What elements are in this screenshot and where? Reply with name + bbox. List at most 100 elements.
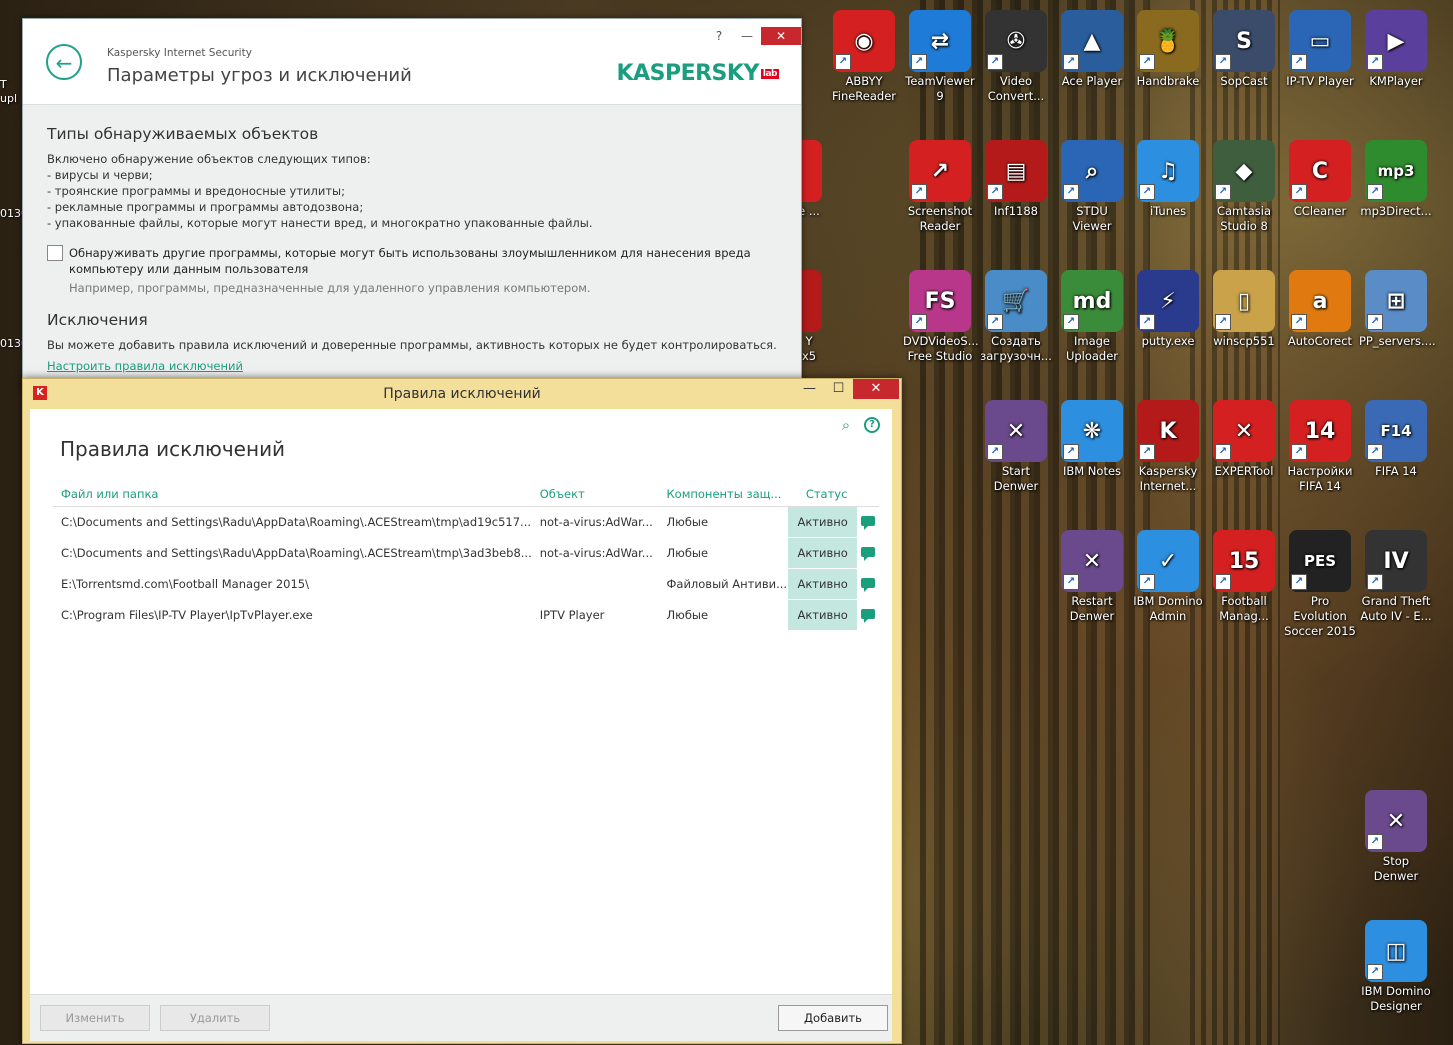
- shortcut-arrow-icon: ↗: [1063, 574, 1079, 590]
- table-row[interactable]: C:\Documents and Settings\Radu\AppData\R…: [53, 506, 879, 538]
- desktop-icon[interactable]: ✇ ↗ Video Convert...: [979, 10, 1053, 104]
- app-icon: 14 ↗: [1289, 400, 1351, 462]
- help-icon[interactable]: ?: [864, 417, 880, 433]
- help-button[interactable]: ?: [705, 27, 733, 45]
- desktop-icon[interactable]: ◆ ↗ Camtasia Studio 8: [1207, 140, 1281, 234]
- cell-comment[interactable]: [857, 507, 879, 538]
- desktop-icon-label-partial[interactable]: 0130: [0, 207, 28, 220]
- desktop-icon[interactable]: PES ↗ Pro Evolution Soccer 2015: [1283, 530, 1357, 639]
- cell-comment[interactable]: [857, 569, 879, 600]
- desktop-icon[interactable]: ✕ ↗ Start Denwer: [979, 400, 1053, 494]
- maximize-button[interactable]: ☐: [824, 379, 853, 399]
- checkbox-label[interactable]: Обнаруживать другие программы, которые м…: [69, 245, 777, 277]
- table-row[interactable]: C:\Documents and Settings\Radu\AppData\R…: [53, 537, 879, 569]
- column-header-object[interactable]: Объект: [531, 482, 659, 507]
- desktop-icon[interactable]: ⌕ ↗ STDU Viewer: [1055, 140, 1129, 234]
- desktop-icon[interactable]: ♫ ↗ iTunes: [1131, 140, 1205, 219]
- desktop-icon-label: Football Manag...: [1219, 594, 1269, 623]
- cell-status[interactable]: Активно: [787, 506, 858, 538]
- desktop-icon-label: Stop Denwer: [1373, 854, 1419, 883]
- logo-text: KASPERSKY: [616, 61, 760, 86]
- desktop-icon[interactable]: 15 ↗ Football Manag...: [1207, 530, 1281, 624]
- comment-icon[interactable]: [861, 578, 876, 592]
- close-button[interactable]: ✕: [761, 27, 801, 45]
- app-icon: ▭ ↗: [1289, 10, 1351, 72]
- minimize-button[interactable]: —: [795, 379, 824, 399]
- desktop-icon[interactable]: ↗ ↗ Screenshot Reader: [903, 140, 977, 234]
- window-titlebar[interactable]: K Правила исключений — ☐ ✕: [23, 379, 901, 409]
- comment-icon[interactable]: [861, 547, 876, 561]
- add-button[interactable]: Добавить: [778, 1005, 888, 1031]
- shortcut-arrow-icon: ↗: [1063, 184, 1079, 200]
- shortcut-arrow-icon: ↗: [1063, 54, 1079, 70]
- desktop-icon[interactable]: ▯ ↗ winscp551: [1207, 270, 1281, 349]
- desktop-icon[interactable]: ⊞ ↗ PP_servers....: [1359, 270, 1436, 349]
- desktop-icon[interactable]: IV ↗ Grand Theft Auto IV - E...: [1359, 530, 1433, 624]
- desktop-icon[interactable]: ▲ ↗ Ace Player: [1055, 10, 1129, 89]
- desktop-icon[interactable]: ◫ ↗ IBM Domino Designer: [1359, 920, 1433, 1014]
- desktop-icon[interactable]: mp3 ↗ mp3Direct...: [1359, 140, 1433, 219]
- app-icon: 🍍 ↗: [1137, 10, 1199, 72]
- configure-exclusions-link[interactable]: Настроить правила исключений: [47, 359, 243, 373]
- shortcut-arrow-icon: ↗: [1367, 574, 1383, 590]
- cell-object: [532, 569, 659, 600]
- desktop-icon[interactable]: S ↗ SopCast: [1207, 10, 1281, 89]
- search-icon[interactable]: ⌕: [838, 417, 854, 433]
- desktop-icon-label-partial[interactable]: upl: [0, 92, 22, 105]
- desktop-icon[interactable]: ✕ ↗ EXPERTool: [1207, 400, 1281, 479]
- desktop-icon[interactable]: ✕ ↗ Restart Denwer: [1055, 530, 1129, 624]
- cell-status[interactable]: Активно: [787, 599, 858, 631]
- cell-status[interactable]: Активно: [787, 537, 858, 569]
- desktop-icon[interactable]: ✓ ↗ IBM Domino Admin: [1131, 530, 1205, 624]
- desktop-icon[interactable]: ✕ ↗ Stop Denwer: [1359, 790, 1433, 884]
- desktop-icon[interactable]: ⇄ ↗ TeamViewer 9: [903, 10, 977, 104]
- desktop-icon-label-partial[interactable]: 0130: [0, 337, 28, 350]
- app-icon: ⊞ ↗: [1365, 270, 1427, 332]
- detect-other-programs-checkbox[interactable]: [47, 245, 63, 261]
- app-icon: PES ↗: [1289, 530, 1351, 592]
- desktop-icon[interactable]: C ↗ CCleaner: [1283, 140, 1357, 219]
- desktop-icon[interactable]: K ↗ Kaspersky Internet...: [1131, 400, 1205, 494]
- desktop-icon[interactable]: FS ↗ DVDVideoS... Free Studio: [903, 270, 979, 364]
- desktop-icon-label: Restart Denwer: [1069, 594, 1115, 623]
- column-header-comment: [857, 482, 879, 507]
- desktop-icon-label-partial[interactable]: T: [0, 78, 22, 91]
- back-arrow-icon[interactable]: ←: [46, 44, 82, 80]
- desktop-icon[interactable]: a ↗ AutoCorect: [1283, 270, 1357, 349]
- desktop-icon[interactable]: 🛒 ↗ Создать загрузочн...: [979, 270, 1053, 364]
- comment-icon[interactable]: [861, 516, 876, 531]
- desktop-icon[interactable]: ▶ ↗ KMPlayer: [1359, 10, 1433, 89]
- desktop-icon[interactable]: 🍍 ↗ Handbrake: [1131, 10, 1205, 89]
- comment-icon[interactable]: [861, 609, 876, 623]
- delete-button[interactable]: Удалить: [160, 1005, 270, 1031]
- column-header-file[interactable]: Файл или папка: [53, 482, 532, 507]
- cell-status[interactable]: Активно: [787, 568, 858, 600]
- desktop-icon[interactable]: ▭ ↗ IP-TV Player: [1283, 10, 1357, 89]
- desktop-icon[interactable]: 14 ↗ Настройки FIFA 14: [1283, 400, 1357, 494]
- shortcut-arrow-icon: ↗: [987, 54, 1003, 70]
- desktop-icon[interactable]: ◉ ↗ ABBYY FineReader: [827, 10, 901, 104]
- desktop-icon-label: IBM Domino Admin: [1133, 594, 1203, 623]
- minimize-button[interactable]: —: [733, 27, 761, 45]
- desktop-icon[interactable]: F14 ↗ FIFA 14: [1359, 400, 1433, 479]
- desktop-icon[interactable]: ▤ ↗ Inf1188: [979, 140, 1053, 219]
- desktop-icon[interactable]: ⚡ ↗ putty.exe: [1131, 270, 1205, 349]
- detect-other-programs-option[interactable]: Обнаруживать другие программы, которые м…: [47, 245, 777, 277]
- table-row[interactable]: C:\Program Files\IP-TV Player\IpTvPlayer…: [53, 599, 879, 631]
- cell-comment[interactable]: [857, 538, 879, 569]
- app-icon: F14 ↗: [1365, 400, 1427, 462]
- cell-comment[interactable]: [857, 600, 879, 631]
- edit-button[interactable]: Изменить: [40, 1005, 150, 1031]
- desktop-icon-label: Inf1188: [994, 204, 1038, 218]
- cell-path: C:\Program Files\IP-TV Player\IpTvPlayer…: [61, 608, 313, 622]
- column-header-status[interactable]: Статус: [787, 482, 858, 507]
- close-button[interactable]: ✕: [853, 379, 899, 399]
- cell-components: Любые: [666, 515, 709, 530]
- desktop-icon-label: putty.exe: [1141, 334, 1195, 348]
- desktop-icon[interactable]: ❋ ↗ IBM Notes: [1055, 400, 1129, 479]
- table-row[interactable]: E:\Torrentsmd.com\Football Manager 2015\…: [53, 568, 879, 600]
- app-icon: ⚡ ↗: [1137, 270, 1199, 332]
- desktop-icon[interactable]: md ↗ Image Uploader: [1055, 270, 1129, 364]
- checkbox-hint: Например, программы, предназначенные для…: [69, 281, 591, 295]
- column-header-components[interactable]: Компоненты защ...: [658, 482, 788, 507]
